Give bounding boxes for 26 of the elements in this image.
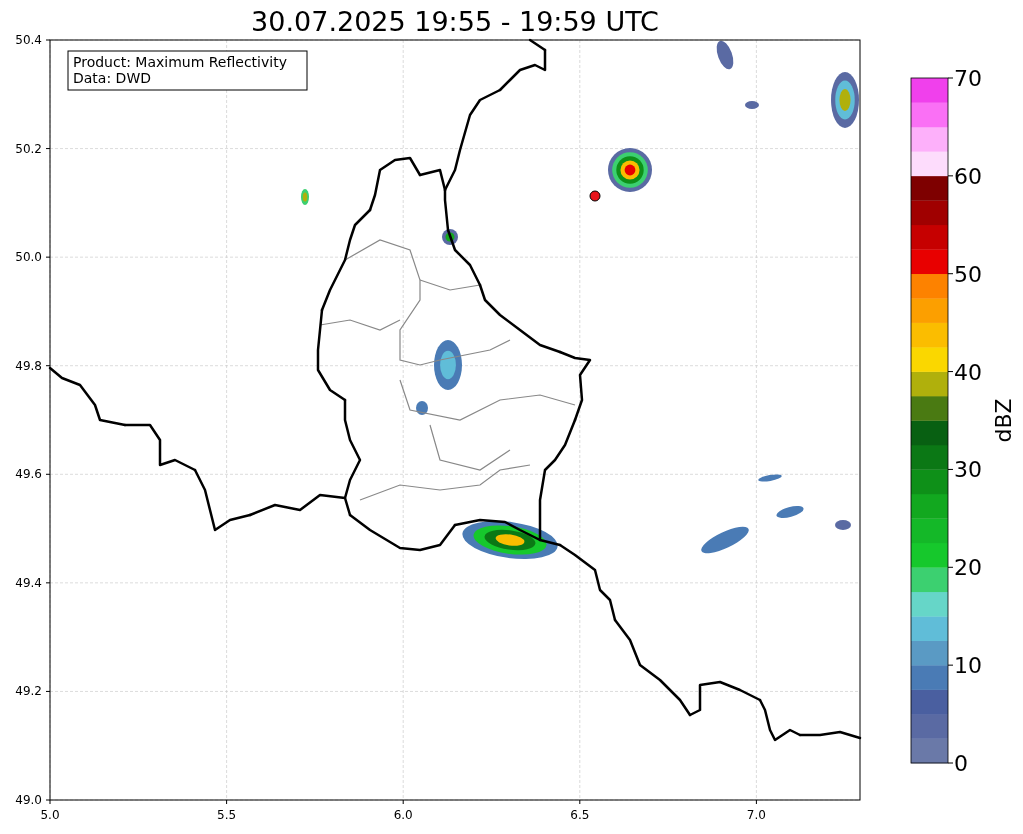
tick-label: 5.5 <box>217 808 237 822</box>
chart-title: 30.07.2025 19:55 - 19:59 UTC <box>251 6 659 37</box>
tick-label: 50.0 <box>15 250 42 265</box>
colorbar-label: dBZ <box>991 398 1016 443</box>
location-marker <box>589 190 601 202</box>
info-text: Data: DWD <box>73 70 151 86</box>
tick-label: 7.0 <box>746 808 766 822</box>
tick-label: 50.4 <box>15 33 42 47</box>
colorbar-tick-label: 60 <box>954 163 982 189</box>
colorbar-tick-label: 10 <box>954 653 982 679</box>
tick-label: 49.4 <box>15 575 42 590</box>
colorbar-tick-label: 40 <box>954 359 982 385</box>
tick-label: 50.2 <box>15 141 42 156</box>
tick-label: 6.5 <box>570 808 590 822</box>
colorbar-tick-label: 30 <box>954 457 982 483</box>
colorbar-tick-label: 0 <box>954 751 968 776</box>
tick-label: 6.0 <box>393 808 413 822</box>
colorbar-tick-label: 50 <box>954 261 982 287</box>
info-text: Product: Maximum Reflectivity <box>73 54 287 70</box>
tick-label: 5.0 <box>40 808 60 822</box>
tick-label: 49.6 <box>15 467 42 482</box>
tick-label: 49.2 <box>15 684 42 699</box>
colorbar-tick-label: 20 <box>954 555 982 581</box>
colorbar-tick-label: 70 <box>954 66 982 91</box>
tick-label: 49.8 <box>15 358 42 373</box>
tick-label: 49.0 <box>15 793 42 807</box>
